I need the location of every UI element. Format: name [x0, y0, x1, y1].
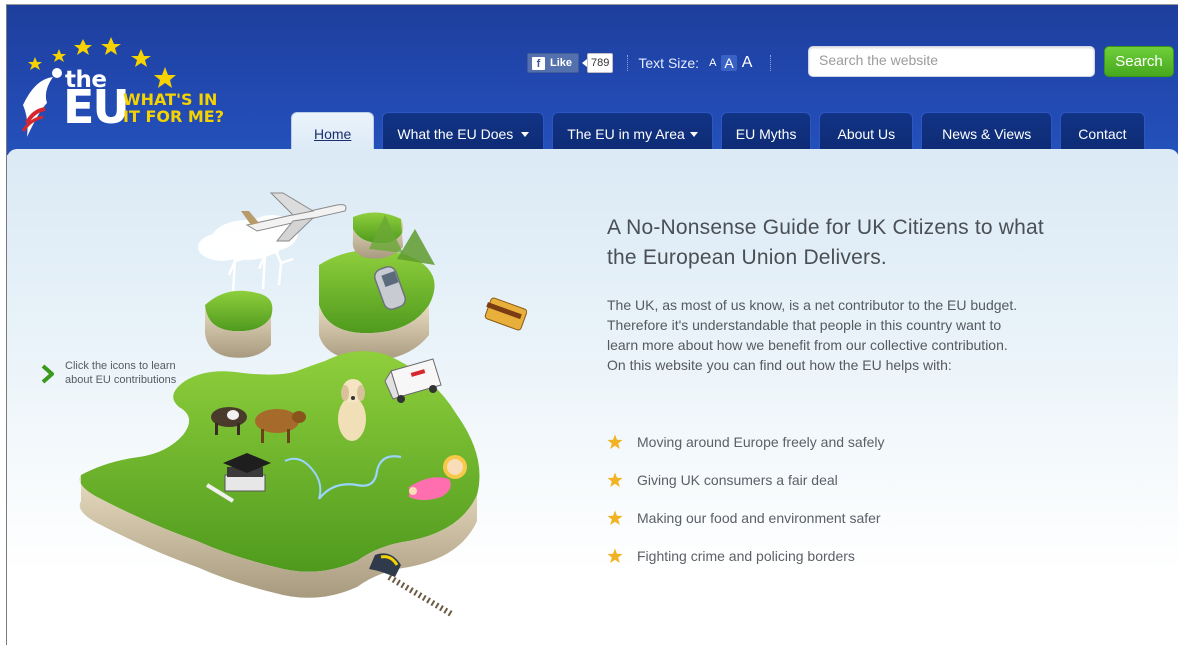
logo-eu-text: EU	[63, 80, 130, 134]
site-logo[interactable]: the EU WHAT'S IN IT FOR ME?	[13, 27, 253, 145]
uk-map-illustration	[79, 192, 527, 618]
credit-card-icon[interactable]	[484, 297, 527, 331]
benefit-text: Making our food and environment safer	[637, 510, 881, 526]
list-item: Moving around Europe freely and safely	[607, 423, 884, 461]
tab-home-label: Home	[314, 126, 352, 142]
chevron-right-icon	[41, 364, 54, 384]
search-input[interactable]: Search the website	[808, 46, 1095, 77]
tab-news-views-label: News & Views	[942, 126, 1032, 142]
star-icon	[607, 434, 623, 449]
search-button[interactable]: Search	[1104, 46, 1174, 77]
list-item: Fighting crime and policing borders	[607, 537, 884, 575]
text-size-label: Text Size:	[638, 55, 700, 71]
browser-viewport: the EU WHAT'S IN IT FOR ME? f Like 789 T…	[6, 4, 1178, 645]
star-icon	[607, 472, 623, 487]
chevron-down-icon	[521, 131, 530, 137]
site-header: the EU WHAT'S IN IT FOR ME? f Like 789 T…	[7, 5, 1178, 155]
facebook-icon: f	[532, 56, 545, 70]
intro-paragraph: The UK, as most of us know, is a net con…	[607, 295, 1122, 375]
text-size-small-button[interactable]: A	[706, 57, 719, 69]
divider	[627, 55, 629, 71]
tab-contact-label: Contact	[1078, 126, 1127, 142]
benefit-text: Moving around Europe freely and safely	[637, 434, 885, 450]
logo-tagline: WHAT'S IN IT FOR ME?	[123, 91, 224, 125]
text-size-large-button[interactable]: A	[739, 54, 756, 72]
chevron-down-icon	[689, 131, 698, 137]
text-size-medium-button[interactable]: A	[721, 55, 737, 71]
hero-section: Click the icons to learn about EU contri…	[7, 149, 1178, 645]
headline-line1: A No-Nonsense Guide for UK Citizens to w…	[607, 216, 1044, 239]
dog-icon[interactable]	[338, 379, 366, 441]
tab-eu-myths-label: EU Myths	[735, 126, 797, 142]
like-label: Like	[550, 57, 573, 69]
intro-line1: The UK, as most of us know, is a net con…	[607, 297, 1018, 313]
headline-line2: the European Union Delivers.	[607, 246, 887, 269]
facebook-like-button[interactable]: f Like	[527, 53, 580, 73]
list-item: Giving UK consumers a fair deal	[607, 461, 884, 499]
logo-tagline-line2: IT FOR ME?	[123, 107, 224, 126]
star-icon	[607, 548, 623, 563]
benefit-text: Giving UK consumers a fair deal	[637, 472, 838, 488]
eu-stars-logo-graphic	[21, 37, 176, 137]
intro-line4: On this website you can find out how the…	[607, 357, 952, 373]
tab-about-us-label: About Us	[837, 126, 896, 142]
tab-the-eu-in-my-area-label: The EU in my Area	[567, 126, 685, 142]
list-item: Making our food and environment safer	[607, 499, 884, 537]
benefits-list: Moving around Europe freely and safely G…	[607, 423, 884, 575]
like-count: 789	[581, 53, 614, 73]
tab-what-the-eu-does-label: What the EU Does	[397, 126, 514, 142]
star-icon	[607, 510, 623, 525]
intro-line3: learn more about how we benefit from our…	[607, 337, 1008, 353]
utility-bar: f Like 789 Text Size: A A A	[527, 50, 781, 76]
divider	[770, 55, 772, 71]
logo-tagline-line1: WHAT'S IN	[123, 90, 218, 109]
benefit-text: Fighting crime and policing borders	[637, 548, 855, 564]
page-headline: A No-Nonsense Guide for UK Citizens to w…	[607, 213, 1127, 273]
intro-line2: Therefore it's understandable that peopl…	[607, 317, 1002, 333]
